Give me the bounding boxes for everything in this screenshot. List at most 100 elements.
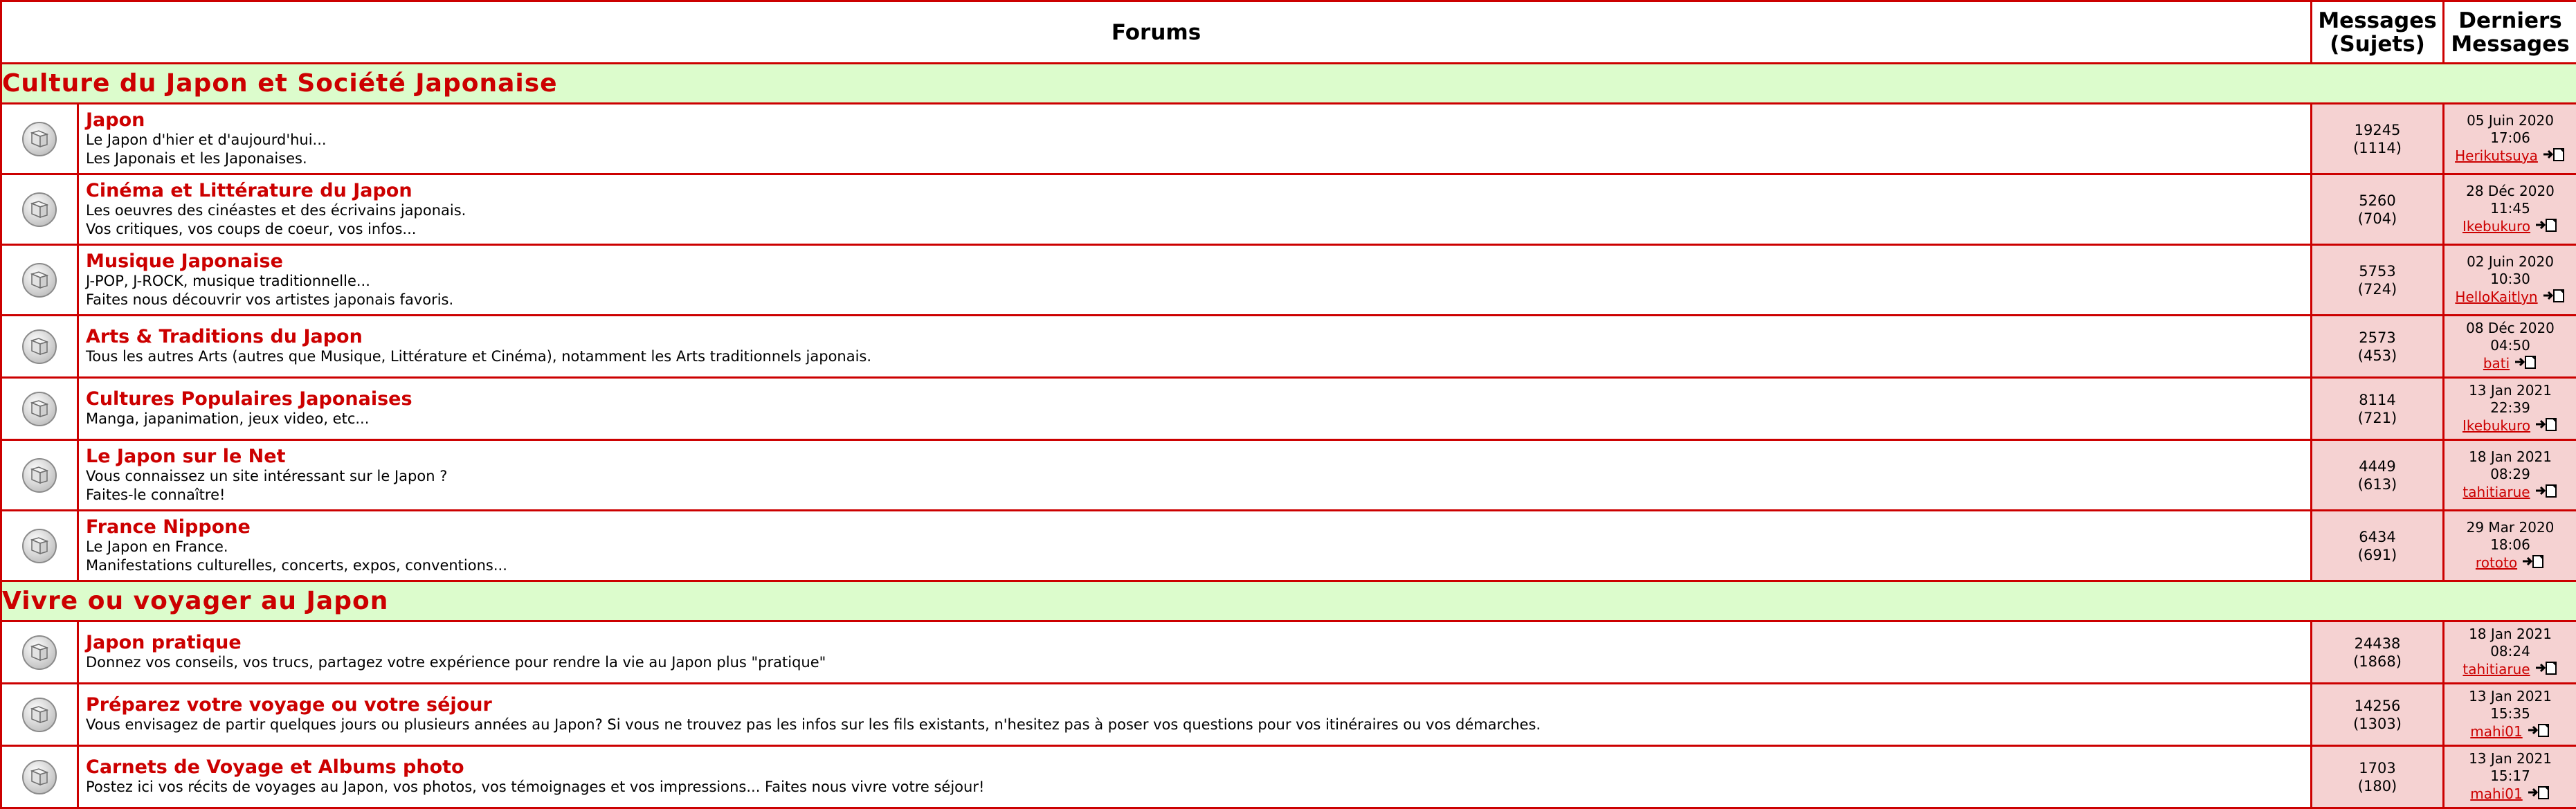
header-last-label-2: Messages bbox=[2451, 32, 2569, 57]
forum-post-count: 2573 bbox=[2312, 329, 2442, 347]
goto-last-post-icon[interactable] bbox=[2542, 147, 2566, 166]
forum-last-post-cell: 13 Jan 202122:39Ikebukuro bbox=[2444, 378, 2576, 440]
forum-last-post-cell: 02 Juin 202010:30HelloKaitlyn bbox=[2444, 245, 2576, 316]
forum-row: JaponLe Japon d'hier et d'aujourd'hui...… bbox=[1, 104, 2576, 174]
last-post-author-line: tahitiarue bbox=[2462, 660, 2557, 680]
forum-title-link[interactable]: Cultures Populaires Japonaises bbox=[86, 389, 2310, 410]
forum-stats-cell: 5753(724) bbox=[2312, 245, 2444, 316]
last-post-author-link[interactable]: mahi01 bbox=[2470, 723, 2522, 740]
forum-stats-cell: 5260(704) bbox=[2312, 174, 2444, 245]
forum-stats-cell: 6434(691) bbox=[2312, 511, 2444, 581]
goto-last-post-icon[interactable] bbox=[2534, 417, 2558, 436]
forum-title-link[interactable]: Préparez votre voyage ou votre séjour bbox=[86, 695, 2310, 716]
last-post-time: 15:17 bbox=[2445, 767, 2576, 785]
last-post-author-link[interactable]: Ikebukuro bbox=[2462, 417, 2530, 435]
forum-stats-cell: 24438(1868) bbox=[2312, 621, 2444, 684]
last-post-author-line: bati bbox=[2483, 354, 2537, 374]
forum-read-icon bbox=[2, 634, 77, 671]
forum-read-icon bbox=[2, 696, 77, 734]
forum-post-count: 1703 bbox=[2312, 759, 2442, 777]
last-post-date: 18 Jan 2021 bbox=[2445, 626, 2576, 643]
goto-last-post-icon[interactable] bbox=[2527, 785, 2550, 804]
forum-post-count: 8114 bbox=[2312, 391, 2442, 409]
forum-stats-cell: 2573(453) bbox=[2312, 316, 2444, 378]
last-post-author-link[interactable]: Herikutsuya bbox=[2455, 147, 2538, 165]
goto-last-post-icon[interactable] bbox=[2527, 722, 2550, 742]
forum-read-icon bbox=[2, 457, 77, 494]
goto-last-post-icon[interactable] bbox=[2534, 217, 2558, 237]
last-post-author-line: HelloKaitlyn bbox=[2455, 288, 2565, 307]
category-title[interactable]: Vivre ou voyager au Japon bbox=[2, 587, 388, 615]
forum-description-line: J-POP, J-ROCK, musique traditionnelle... bbox=[86, 272, 2310, 291]
last-post-author-link[interactable]: bati bbox=[2483, 355, 2510, 372]
forum-title-link[interactable]: Le Japon sur le Net bbox=[86, 446, 2310, 467]
forum-row: Cultures Populaires JaponaisesManga, jap… bbox=[1, 378, 2576, 440]
forum-title-link[interactable]: Japon pratique bbox=[86, 633, 2310, 653]
last-post-time: 08:24 bbox=[2445, 643, 2576, 660]
goto-last-post-icon[interactable] bbox=[2534, 660, 2558, 680]
forum-row: Préparez votre voyage ou votre séjourVou… bbox=[1, 684, 2576, 746]
forum-description-line: Vos critiques, vos coups de coeur, vos i… bbox=[86, 220, 2310, 239]
forum-topic-count: (721) bbox=[2312, 409, 2442, 427]
goto-last-post-icon[interactable] bbox=[2534, 483, 2558, 502]
goto-last-post-icon[interactable] bbox=[2542, 288, 2566, 307]
forum-last-post-cell: 08 Déc 202004:50bati bbox=[2444, 316, 2576, 378]
last-post-author-link[interactable]: HelloKaitlyn bbox=[2455, 289, 2537, 306]
forum-read-icon bbox=[2, 120, 77, 158]
forum-last-post-cell: 28 Déc 202011:45Ikebukuro bbox=[2444, 174, 2576, 245]
goto-last-post-icon[interactable] bbox=[2521, 554, 2545, 573]
last-post-date: 08 Déc 2020 bbox=[2445, 320, 2576, 337]
forum-description-line: Les oeuvres des cinéastes et des écrivai… bbox=[86, 201, 2310, 220]
last-post-author-line: mahi01 bbox=[2470, 785, 2550, 804]
last-post-author-link[interactable]: rototo bbox=[2476, 554, 2517, 572]
forum-icon-cell bbox=[1, 684, 78, 746]
forum-icon-cell bbox=[1, 440, 78, 511]
forum-read-icon bbox=[2, 191, 77, 228]
forum-last-post-cell: 13 Jan 202115:17mahi01 bbox=[2444, 746, 2576, 808]
forum-description-line: Manifestations culturelles, concerts, ex… bbox=[86, 556, 2310, 575]
forum-title-link[interactable]: Japon bbox=[86, 110, 2310, 131]
last-post-author-link[interactable]: tahitiarue bbox=[2462, 661, 2530, 678]
forum-icon-cell bbox=[1, 174, 78, 245]
forum-read-icon bbox=[2, 527, 77, 565]
header-forums: Forums bbox=[1, 1, 2312, 64]
header-messages-label: Messages bbox=[2318, 8, 2436, 33]
header-subjects-label: (Sujets) bbox=[2330, 32, 2425, 57]
header-last-posts: Derniers Messages bbox=[2444, 1, 2576, 64]
forum-row: France NipponeLe Japon en France.Manifes… bbox=[1, 511, 2576, 581]
header-messages: Messages (Sujets) bbox=[2312, 1, 2444, 64]
forum-last-post-cell: 29 Mar 202018:06rototo bbox=[2444, 511, 2576, 581]
forum-description-line: Tous les autres Arts (autres que Musique… bbox=[86, 347, 2310, 366]
category-title[interactable]: Culture du Japon et Société Japonaise bbox=[2, 69, 558, 98]
forum-title-link[interactable]: Arts & Traditions du Japon bbox=[86, 327, 2310, 347]
last-post-author-link[interactable]: mahi01 bbox=[2470, 785, 2522, 803]
forum-icon-cell bbox=[1, 621, 78, 684]
forum-read-icon bbox=[2, 328, 77, 365]
forum-last-post-cell: 18 Jan 202108:29tahitiarue bbox=[2444, 440, 2576, 511]
forum-topic-count: (691) bbox=[2312, 546, 2442, 564]
last-post-time: 04:50 bbox=[2445, 337, 2576, 354]
forum-description-line: Les Japonais et les Japonaises. bbox=[86, 149, 2310, 168]
forum-info-cell: Cultures Populaires JaponaisesManga, jap… bbox=[78, 378, 2312, 440]
forum-title-link[interactable]: Carnets de Voyage et Albums photo bbox=[86, 757, 2310, 778]
forum-title-link[interactable]: Musique Japonaise bbox=[86, 251, 2310, 272]
forum-info-cell: JaponLe Japon d'hier et d'aujourd'hui...… bbox=[78, 104, 2312, 174]
forum-title-link[interactable]: Cinéma et Littérature du Japon bbox=[86, 181, 2310, 201]
forum-topic-count: (704) bbox=[2312, 210, 2442, 228]
forum-topic-count: (1868) bbox=[2312, 653, 2442, 671]
forum-topic-count: (724) bbox=[2312, 280, 2442, 298]
forum-post-count: 24438 bbox=[2312, 635, 2442, 653]
last-post-date: 29 Mar 2020 bbox=[2445, 519, 2576, 536]
goto-last-post-icon[interactable] bbox=[2514, 354, 2537, 374]
forum-info-cell: Préparez votre voyage ou votre séjourVou… bbox=[78, 684, 2312, 746]
category-row: Vivre ou voyager au Japon bbox=[1, 581, 2576, 621]
forum-info-cell: Arts & Traditions du JaponTous les autre… bbox=[78, 316, 2312, 378]
forum-description-line: Vous envisagez de partir quelques jours … bbox=[86, 716, 2310, 734]
last-post-author-link[interactable]: tahitiarue bbox=[2462, 484, 2530, 501]
forum-description-line: Postez ici vos récits de voyages au Japo… bbox=[86, 778, 2310, 797]
last-post-author-link[interactable]: Ikebukuro bbox=[2462, 218, 2530, 235]
forum-icon-cell bbox=[1, 378, 78, 440]
last-post-date: 18 Jan 2021 bbox=[2445, 448, 2576, 466]
forum-title-link[interactable]: France Nippone bbox=[86, 517, 2310, 538]
forum-last-post-cell: 18 Jan 202108:24tahitiarue bbox=[2444, 621, 2576, 684]
